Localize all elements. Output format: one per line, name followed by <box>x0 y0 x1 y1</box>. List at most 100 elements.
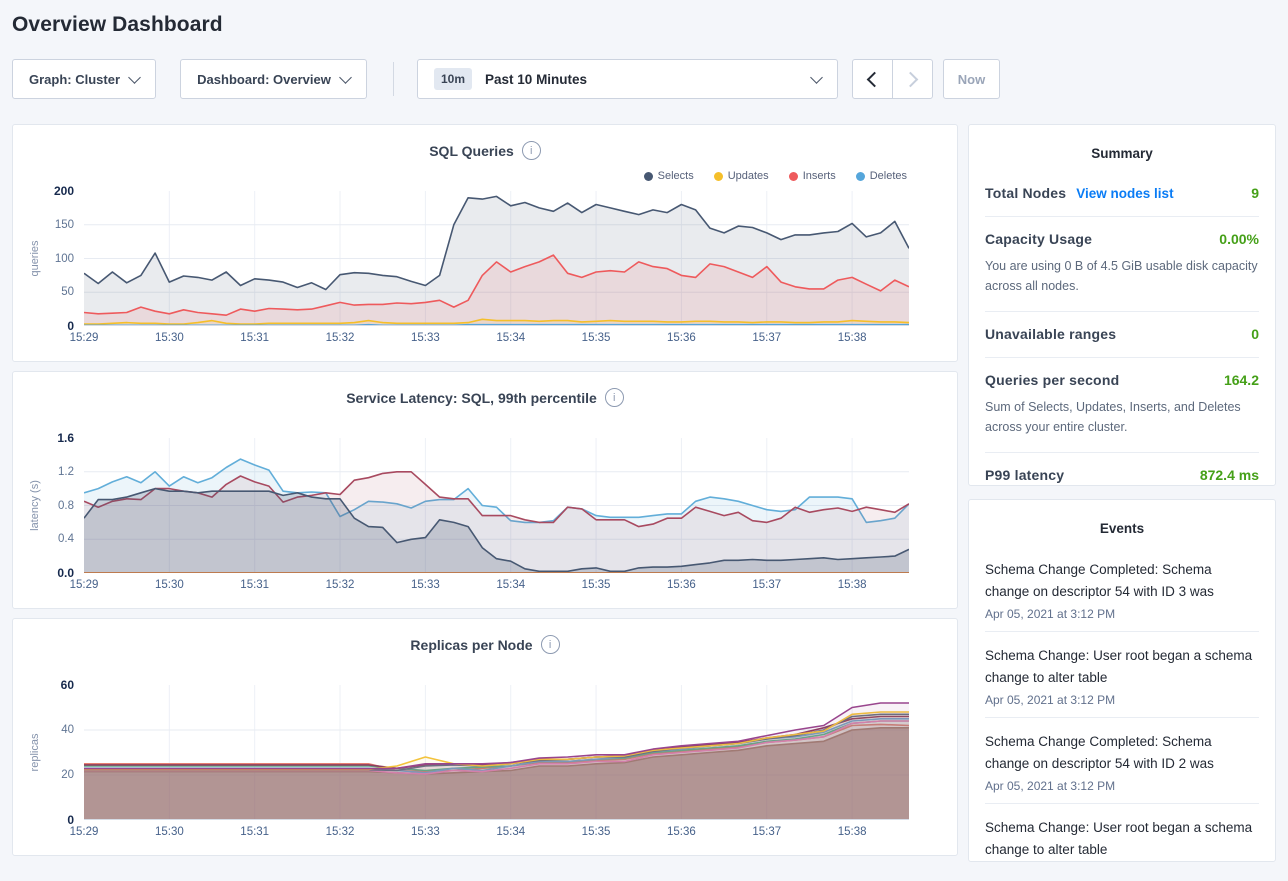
event-item[interactable]: Schema Change: User root began a schema … <box>985 631 1259 717</box>
summary-label: Queries per second <box>985 372 1119 388</box>
y-tick-label: 100 <box>13 252 74 266</box>
event-message: Schema Change Completed: Schema change o… <box>985 559 1259 603</box>
x-tick-label: 15:34 <box>496 826 525 838</box>
summary-label: Total Nodes <box>985 185 1066 201</box>
now-button-label: Now <box>958 72 985 87</box>
event-item[interactable]: Schema Change: User root began a schema … <box>985 803 1259 862</box>
toolbar-divider <box>393 62 394 96</box>
summary-caption: You are using 0 B of 4.5 GiB usable disk… <box>985 256 1259 296</box>
chart-title: Replicas per Node <box>410 637 532 653</box>
summary-row-unavailable-ranges: Unavailable ranges 0 <box>985 311 1259 357</box>
summary-value: 0.00% <box>1219 231 1259 247</box>
x-tick-label: 15:37 <box>752 332 781 344</box>
legend-item[interactable]: Deletes <box>856 170 907 182</box>
x-tick-label: 15:33 <box>411 579 440 591</box>
legend-item[interactable]: Updates <box>714 170 769 182</box>
x-tick-label: 15:36 <box>667 579 696 591</box>
summary-label: P99 latency <box>985 467 1064 483</box>
legend-label: Inserts <box>803 170 836 182</box>
x-tick-label: 15:30 <box>155 332 184 344</box>
info-icon[interactable]: i <box>541 635 560 654</box>
summary-caption: Sum of Selects, Updates, Inserts, and De… <box>985 397 1259 437</box>
x-tick-label: 15:35 <box>582 332 611 344</box>
event-item[interactable]: Schema Change Completed: Schema change o… <box>985 546 1259 631</box>
charts-column: SQL Queries i Selects Updates Inserts Delet… <box>12 124 958 862</box>
legend-label: Updates <box>728 170 769 182</box>
chart-card-service-latency: Service Latency: SQL, 99th percentile i … <box>12 371 958 609</box>
x-tick-label: 15:33 <box>411 332 440 344</box>
x-tick-label: 15:35 <box>582 826 611 838</box>
summary-value: 872.4 ms <box>1200 467 1259 483</box>
x-tick-label: 15:32 <box>326 826 355 838</box>
dashboard-select-label: Dashboard: Overview <box>197 72 331 87</box>
x-tick-label: 15:30 <box>155 826 184 838</box>
chart-plot[interactable] <box>84 685 909 820</box>
x-tick-label: 15:35 <box>582 579 611 591</box>
summary-title: Summary <box>985 146 1259 161</box>
x-tick-label: 15:36 <box>667 826 696 838</box>
event-message: Schema Change Completed: Schema change o… <box>985 731 1259 775</box>
chevron-left-icon <box>867 71 883 87</box>
x-tick-label: 15:32 <box>326 332 355 344</box>
y-tick-label: 20 <box>13 768 74 782</box>
summary-row-p99-latency: P99 latency 872.4 ms <box>985 452 1259 498</box>
x-tick-label: 15:30 <box>155 579 184 591</box>
legend-dot-icon <box>789 172 798 181</box>
dashboard-select-button[interactable]: Dashboard: Overview <box>180 59 367 99</box>
chart-card-replicas-per-node: Replicas per Node i replicas 0204060 15:… <box>12 618 958 856</box>
x-tick-label: 15:29 <box>70 579 99 591</box>
y-tick-label: 0 <box>13 319 74 333</box>
sidebar: Summary Total Nodes View nodes list 9 Ca… <box>968 124 1276 862</box>
legend-label: Selects <box>658 170 694 182</box>
y-tick-label: 0.4 <box>13 532 74 546</box>
x-tick-label: 15:34 <box>496 579 525 591</box>
event-timestamp: Apr 05, 2021 at 3:12 PM <box>985 693 1259 707</box>
legend-dot-icon <box>714 172 723 181</box>
time-nav-group <box>852 59 933 99</box>
y-tick-label: 1.6 <box>13 431 74 445</box>
overview-dashboard-page: Overview Dashboard Graph: Cluster Dashbo… <box>0 13 1288 881</box>
x-tick-label: 15:37 <box>752 579 781 591</box>
chart-title: SQL Queries <box>429 143 514 159</box>
legend-item[interactable]: Inserts <box>789 170 836 182</box>
chevron-down-icon <box>128 71 141 84</box>
events-panel: Events Schema Change Completed: Schema c… <box>968 499 1276 862</box>
info-icon[interactable]: i <box>522 141 541 160</box>
time-range-badge: 10m <box>434 68 472 90</box>
time-range-label: Past 10 Minutes <box>485 72 587 87</box>
chart-plot[interactable] <box>84 191 909 326</box>
graph-select-button[interactable]: Graph: Cluster <box>12 59 156 99</box>
x-tick-label: 15:31 <box>240 826 269 838</box>
time-range-picker[interactable]: 10m Past 10 Minutes <box>417 59 838 99</box>
chart-plot[interactable] <box>84 438 909 573</box>
prev-time-button[interactable] <box>853 60 892 98</box>
x-tick-label: 15:38 <box>838 332 867 344</box>
chevron-right-icon <box>903 71 919 87</box>
legend-dot-icon <box>644 172 653 181</box>
legend-label: Deletes <box>870 170 907 182</box>
x-tick-label: 15:38 <box>838 826 867 838</box>
summary-row-total-nodes: Total Nodes View nodes list 9 <box>985 171 1259 216</box>
x-tick-label: 15:29 <box>70 826 99 838</box>
event-item[interactable]: Schema Change Completed: Schema change o… <box>985 717 1259 803</box>
y-tick-label: 150 <box>13 218 74 232</box>
chevron-down-icon <box>339 71 352 84</box>
events-title: Events <box>985 521 1259 536</box>
event-timestamp: Apr 05, 2021 at 3:12 PM <box>985 607 1259 621</box>
y-tick-label: 40 <box>13 723 74 737</box>
x-tick-label: 15:31 <box>240 579 269 591</box>
y-tick-label: 0.0 <box>13 566 74 580</box>
next-time-button[interactable] <box>892 60 932 98</box>
chart-card-sql-queries: SQL Queries i Selects Updates Inserts Delet… <box>12 124 958 362</box>
summary-value: 9 <box>1251 185 1259 201</box>
now-button[interactable]: Now <box>943 59 1000 99</box>
legend-item[interactable]: Selects <box>644 170 694 182</box>
toolbar: Graph: Cluster Dashboard: Overview 10m P… <box>12 59 1276 99</box>
view-nodes-list-link[interactable]: View nodes list <box>1076 186 1173 201</box>
y-tick-label: 50 <box>13 285 74 299</box>
info-icon[interactable]: i <box>605 388 624 407</box>
x-tick-label: 15:38 <box>838 579 867 591</box>
x-tick-label: 15:37 <box>752 826 781 838</box>
y-tick-label: 200 <box>13 184 74 198</box>
summary-value: 0 <box>1251 326 1259 342</box>
